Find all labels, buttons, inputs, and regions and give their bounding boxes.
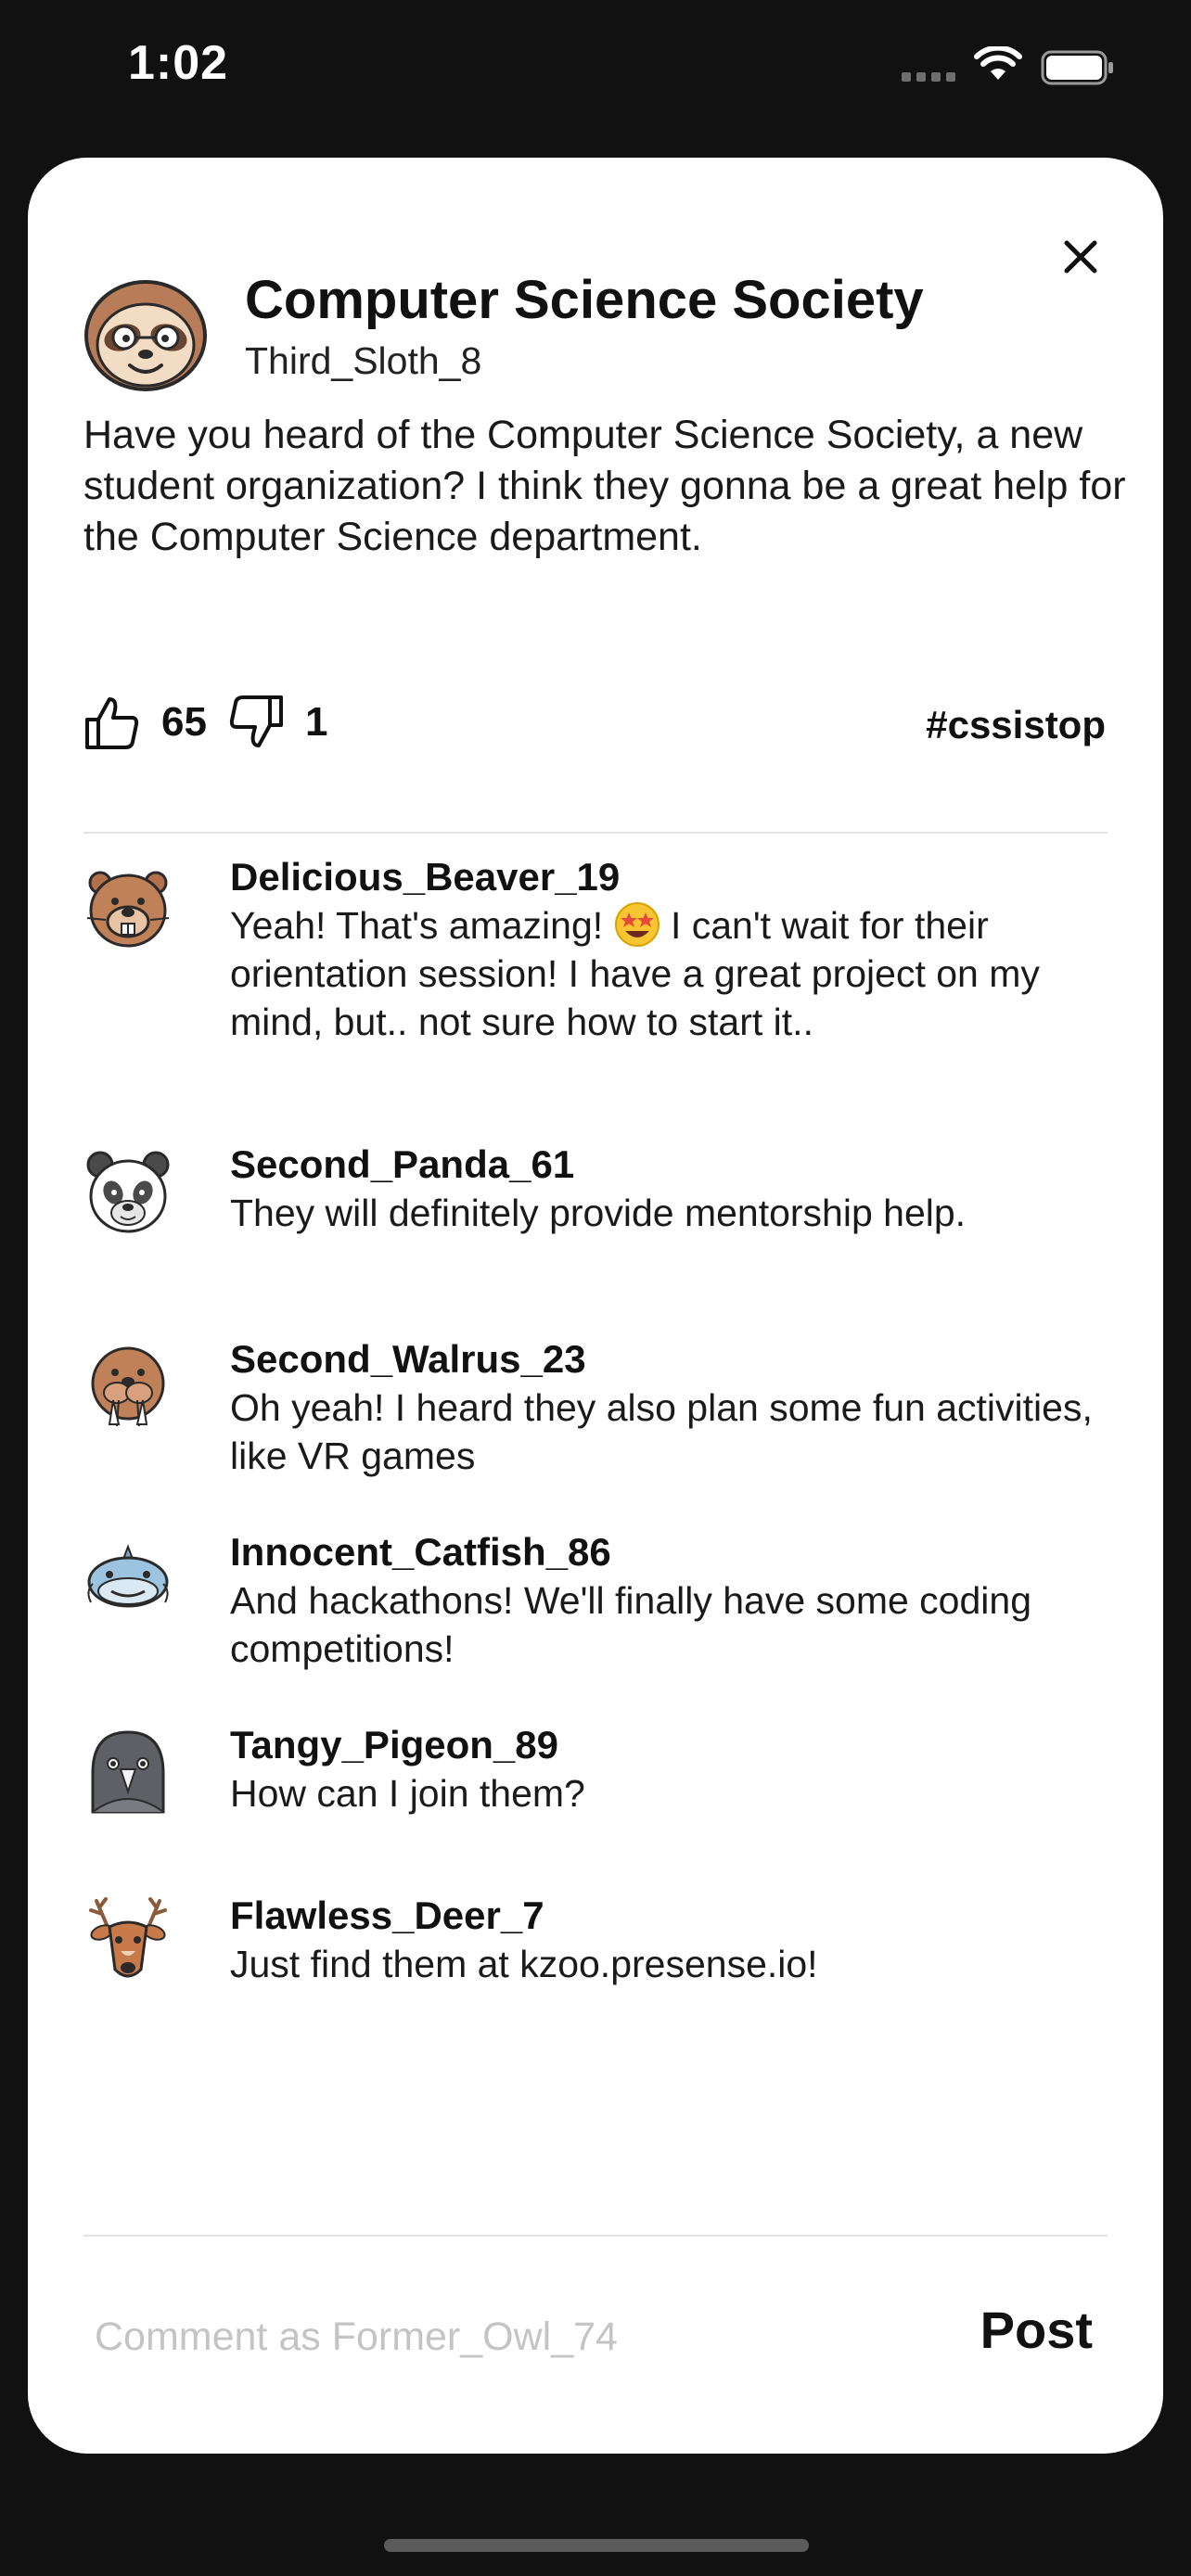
status-bar: 1:02 (0, 0, 1191, 139)
catfish-icon (87, 1544, 169, 1608)
pigeon-icon (91, 1730, 165, 1814)
star-struck-emoji (614, 902, 660, 947)
post-detail-sheet: Computer Science Society Third_Sloth_8 H… (28, 158, 1163, 2454)
beaver-icon (86, 871, 170, 948)
walrus-icon (91, 1346, 165, 1427)
comment-username[interactable]: Innocent_Catfish_86 (230, 1530, 611, 1575)
comment-text: They will definitely provide mentorship … (230, 1192, 967, 1234)
like-count: 65 (161, 699, 207, 745)
comment-text: How can I join them? (230, 1772, 585, 1815)
home-indicator[interactable] (384, 2539, 809, 2552)
sloth-icon (84, 280, 207, 391)
comment-username[interactable]: Flawless_Deer_7 (230, 1894, 544, 1938)
post-body: Have you heard of the Computer Science S… (83, 413, 1126, 559)
panda-icon (86, 1151, 170, 1233)
comment-text: Oh yeah! I heard they also plan some fun… (230, 1386, 1093, 1477)
comment-username[interactable]: Second_Walrus_23 (230, 1337, 586, 1382)
battery-icon (1041, 50, 1113, 85)
post-button[interactable]: Post (980, 2300, 1093, 2360)
post-title: Computer Science Society (245, 270, 924, 330)
divider (83, 2235, 1108, 2237)
close-icon[interactable] (1057, 234, 1104, 280)
comment-text: Just find them at kzoo.presense.io! (230, 1943, 818, 1985)
comment-username[interactable]: Tangy_Pigeon_89 (230, 1723, 558, 1767)
post-hashtag[interactable]: #cssistop (926, 703, 1106, 747)
divider (83, 832, 1108, 834)
cellular-signal-icon (902, 72, 955, 82)
comment-input[interactable] (95, 2300, 911, 2374)
comment-text: And hackathons! We'll finally have some … (230, 1579, 1032, 1670)
dislike-count: 1 (304, 699, 328, 745)
thumbs-down-icon[interactable] (227, 694, 285, 751)
comment-text-part: Yeah! That's amazing! (230, 904, 614, 947)
comment-text: Yeah! That's amazing! I can't wait for t… (230, 901, 1093, 1046)
deer-icon (89, 1897, 167, 1978)
wifi-icon (974, 46, 1022, 80)
status-time: 1:02 (128, 36, 229, 90)
comment-username[interactable]: Delicious_Beaver_19 (230, 855, 620, 899)
thumbs-up-icon[interactable] (83, 694, 141, 751)
post-author[interactable]: Third_Sloth_8 (245, 339, 481, 383)
comment-username[interactable]: Second_Panda_61 (230, 1142, 574, 1187)
reaction-bar: 65 1 (83, 690, 348, 755)
